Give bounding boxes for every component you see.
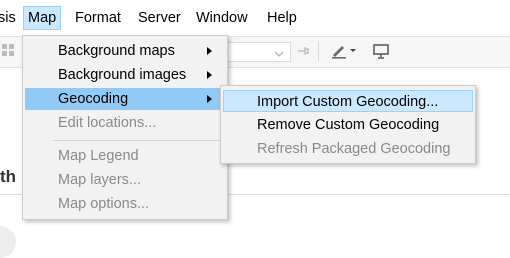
background-avatar (0, 226, 16, 258)
menu-bar: sis Map Format Server Window Help (0, 0, 510, 32)
submenu-arrow-icon (207, 71, 212, 79)
chevron-down-icon (274, 46, 284, 62)
toolbar-divider (318, 41, 319, 61)
map-menu: Background maps Background images Geocod… (22, 35, 228, 220)
menu-map[interactable]: Map (23, 6, 62, 30)
submenu-arrow-icon (207, 47, 212, 55)
menu-item-remove-custom-geocoding[interactable]: Remove Custom Geocoding (221, 114, 475, 136)
pin-icon[interactable] (296, 44, 310, 61)
menu-item-background-maps[interactable]: Background maps (23, 40, 227, 62)
menu-analysis[interactable]: sis (0, 8, 16, 28)
menu-item-geocoding[interactable]: Geocoding (25, 88, 225, 110)
menu-item-label: Map options... (58, 196, 150, 212)
menu-item-map-legend: Map Legend (23, 145, 227, 167)
menu-item-label: Refresh Packaged Geocoding (257, 141, 451, 157)
menu-item-background-images[interactable]: Background images (23, 64, 227, 86)
menu-help[interactable]: Help (267, 8, 297, 28)
highlighter-icon[interactable] (330, 43, 358, 62)
submenu-arrow-icon (207, 95, 212, 103)
menu-item-label: Background images (58, 67, 187, 83)
menu-window[interactable]: Window (196, 8, 248, 28)
menu-item-label: Map layers... (58, 172, 141, 188)
page-heading-partial: th (0, 167, 17, 186)
menu-item-import-custom-geocoding[interactable]: Import Custom Geocoding... (223, 90, 473, 112)
menu-format[interactable]: Format (75, 8, 121, 28)
menu-item-label: Remove Custom Geocoding (257, 117, 440, 133)
menu-item-label: Import Custom Geocoding... (257, 94, 439, 110)
menu-item-label: Edit locations... (58, 115, 157, 131)
menu-item-label: Map Legend (58, 148, 139, 164)
menu-item-map-layers: Map layers... (23, 169, 227, 191)
menu-server[interactable]: Server (138, 8, 181, 28)
geocoding-submenu: Import Custom Geocoding... Remove Custom… (220, 85, 476, 164)
toolbar-grid-icon[interactable] (1, 43, 15, 60)
menu-item-label: Geocoding (58, 91, 129, 107)
menu-item-refresh-packaged-geocoding: Refresh Packaged Geocoding (221, 138, 475, 160)
toolbar-dropdown[interactable] (225, 42, 291, 62)
menu-item-edit-locations: Edit locations... (23, 112, 227, 134)
menu-separator (53, 140, 223, 141)
menu-item-label: Background maps (58, 43, 175, 59)
presentation-icon[interactable] (372, 43, 390, 62)
menu-item-map-options: Map options... (23, 193, 227, 215)
